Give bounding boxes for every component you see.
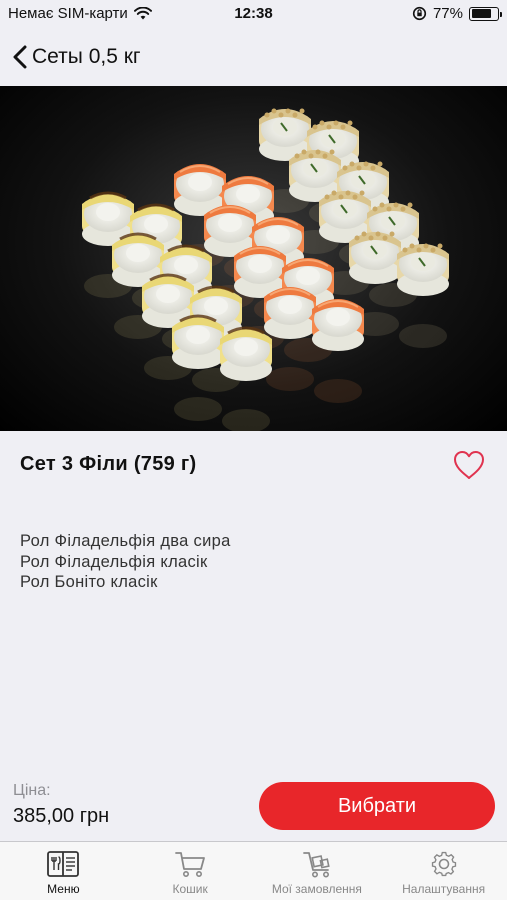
tab-bar: Меню Кошик Мої замовлення Налаштування	[0, 841, 507, 900]
navigation-bar: Сеты 0,5 кг	[0, 28, 507, 86]
back-button-label: Сеты 0,5 кг	[32, 45, 141, 68]
tab-menu[interactable]: Меню	[0, 842, 127, 900]
menu-book-icon	[47, 851, 80, 877]
orientation-lock-icon	[412, 6, 427, 21]
status-bar: Немає SIM-карти 12:38 77%	[0, 0, 507, 28]
battery-icon	[469, 6, 502, 21]
tab-settings-label: Налаштування	[402, 882, 486, 896]
sushi-roll	[397, 243, 449, 296]
sushi-roll	[349, 231, 401, 284]
favorite-button[interactable]	[452, 449, 486, 481]
select-button[interactable]: Вибрати	[259, 782, 495, 830]
ingredients-list: Рол Філадельфія два сира Рол Філадельфія…	[20, 531, 231, 593]
sushi-roll-reflection	[266, 367, 314, 391]
battery-fill	[471, 9, 491, 18]
back-button[interactable]: Сеты 0,5 кг	[12, 45, 141, 69]
ingredient-item: Рол Філадельфія два сира	[20, 532, 231, 550]
tab-cart[interactable]: Кошик	[127, 842, 254, 900]
price-value: 385,00 грн	[13, 805, 110, 827]
chevron-left-icon	[13, 45, 27, 69]
sushi-roll	[172, 314, 224, 369]
sushi-roll	[312, 299, 364, 351]
sushi-roll-reflection	[174, 397, 222, 421]
battery-percent: 77%	[432, 5, 463, 22]
price-label: Ціна:	[13, 782, 51, 799]
ingredient-item: Рол Боніто класік	[20, 573, 158, 591]
product-title: Сет 3 Філи (759 г)	[20, 453, 197, 475]
sushi-roll-reflection	[399, 324, 447, 348]
sushi-roll-reflection	[222, 409, 270, 431]
tab-cart-label: Кошик	[172, 882, 208, 896]
tab-menu-label: Меню	[47, 882, 80, 896]
sushi-set-illustration	[82, 108, 449, 431]
tab-orders[interactable]: Мої замовлення	[254, 842, 381, 900]
tab-orders-label: Мої замовлення	[271, 882, 362, 896]
product-image	[0, 86, 507, 431]
ingredient-item: Рол Філадельфія класік	[20, 552, 208, 571]
cart-icon	[175, 852, 206, 877]
sushi-roll	[220, 326, 272, 381]
sushi-roll-reflection	[314, 379, 362, 403]
orders-cart-icon	[302, 852, 330, 878]
heart-icon	[454, 451, 484, 479]
settings-gear-icon	[431, 851, 456, 877]
status-right-group: 77%	[412, 5, 502, 22]
sushi-roll	[264, 287, 316, 339]
tab-settings[interactable]: Налаштування	[380, 842, 507, 900]
